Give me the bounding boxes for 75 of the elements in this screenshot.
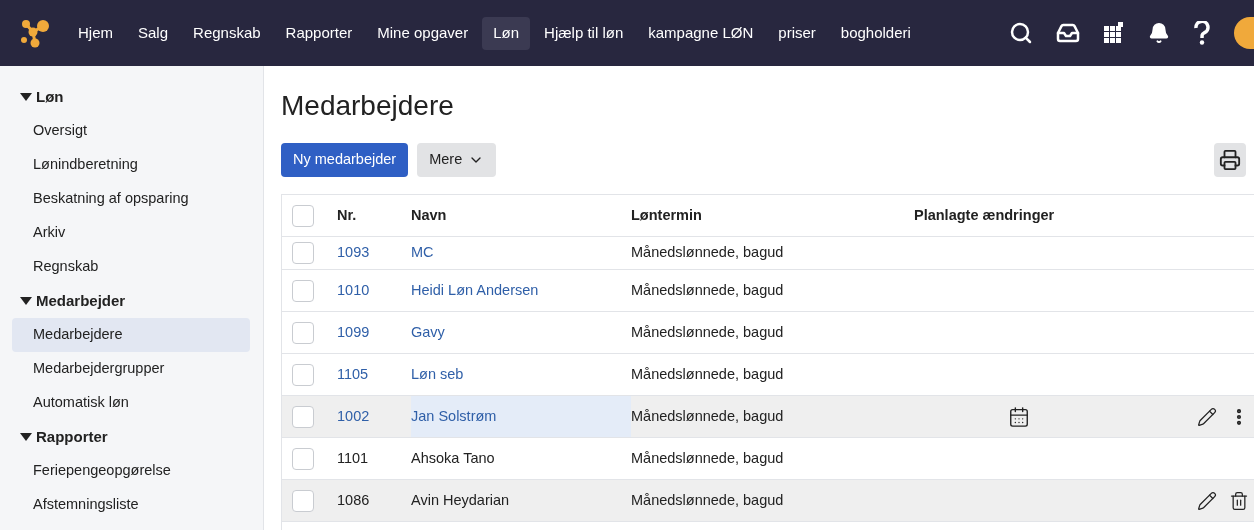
employee-number[interactable]: 1002: [337, 405, 370, 428]
nav-tab[interactable]: bogholderi: [829, 16, 922, 50]
nav-tab[interactable]: Løn: [482, 16, 531, 50]
sidebar-item[interactable]: Oversigt: [12, 114, 250, 148]
nav-tab[interactable]: priser: [767, 16, 827, 50]
help-icon[interactable]: [1193, 21, 1211, 45]
nav-tab[interactable]: Mine opgaver: [366, 16, 480, 50]
sidebar-item[interactable]: Medarbejdergrupper: [12, 352, 250, 386]
more-button[interactable]: Mere: [417, 143, 497, 177]
employee-number[interactable]: 1099: [337, 321, 370, 344]
employee-name[interactable]: Heidi Løn Andersen: [411, 279, 539, 302]
employee-number[interactable]: 1010: [337, 279, 370, 302]
search-icon[interactable]: [1009, 21, 1033, 45]
sidebar-item[interactable]: Regnskab: [12, 250, 250, 284]
sidebar-section[interactable]: Medarbejder: [12, 284, 250, 318]
print-button[interactable]: [1214, 143, 1246, 177]
sidebar-item[interactable]: Arkiv: [12, 216, 250, 250]
employee-number: 1101: [337, 448, 369, 468]
nav-tab[interactable]: kampagne LØN: [637, 16, 765, 50]
sidebar-item[interactable]: Medarbejdere: [12, 318, 250, 352]
checkbox[interactable]: [292, 405, 314, 428]
edit-icon[interactable]: [1197, 406, 1217, 427]
edit-icon[interactable]: [1197, 490, 1217, 511]
new-employee-button[interactable]: Ny medarbejder: [281, 143, 409, 177]
column-header[interactable]: Planlagte ændringer: [914, 204, 1214, 227]
employee-name: Avin Heydarian: [411, 490, 510, 510]
sidebar-section[interactable]: Rapporter: [12, 420, 250, 454]
pay-period: Månedslønnede, bagud: [631, 322, 784, 342]
employee-number[interactable]: 1105: [337, 363, 369, 386]
employee-name[interactable]: Gavy: [411, 321, 445, 344]
nav-tab[interactable]: Regnskab: [182, 16, 272, 50]
employee-number: 1086: [337, 490, 370, 510]
delete-icon[interactable]: [1229, 490, 1249, 511]
pay-period: Månedslønnede, bagud: [631, 243, 784, 263]
caret-icon: [20, 432, 32, 442]
page-title: Medarbejdere: [281, 89, 455, 123]
sidebar-item[interactable]: Feriepengeopgørelse: [12, 454, 250, 488]
column-header[interactable]: Nr.: [337, 204, 411, 227]
sidebar-item[interactable]: Afstemningsliste: [12, 488, 250, 522]
sidebar-section[interactable]: Løn: [12, 80, 250, 114]
employee-name[interactable]: MC: [411, 242, 434, 264]
sidebar-item[interactable]: Beskatning af opsparing: [12, 182, 250, 216]
calendar-icon[interactable]: [1008, 405, 1030, 428]
checkbox[interactable]: [292, 321, 314, 344]
caret-icon: [20, 296, 32, 306]
pay-period: Månedslønnede, bagud: [631, 448, 784, 468]
pay-period: Månedslønnede, bagud: [631, 490, 784, 510]
employee-name: Ahsoka Tano: [411, 448, 495, 468]
checkbox[interactable]: [292, 279, 314, 302]
column-header[interactable]: Løntermin: [631, 204, 914, 227]
checkbox[interactable]: [292, 363, 314, 386]
pay-period: Månedslønnede, bagud: [631, 406, 784, 426]
apps-grid-icon[interactable]: [1103, 22, 1125, 44]
inbox-icon[interactable]: [1056, 21, 1080, 45]
nav-tab[interactable]: Hjælp til løn: [533, 16, 635, 50]
table-row[interactable]: 1002 Jan Solstrøm Månedslønnede, bagud: [282, 396, 1254, 438]
checkbox[interactable]: [292, 489, 314, 512]
checkbox[interactable]: [292, 204, 314, 227]
table-row[interactable]: 1086 Avin Heydarian Månedslønnede, bagud: [282, 480, 1254, 522]
nav-tab[interactable]: Rapporter: [274, 16, 364, 50]
notification-icon[interactable]: [1148, 22, 1170, 44]
avatar-icon[interactable]: [1234, 17, 1254, 49]
pay-period: Månedslønnede, bagud: [631, 364, 784, 384]
employee-number[interactable]: 1093: [337, 242, 370, 264]
checkbox[interactable]: [292, 242, 314, 264]
logo-icon[interactable]: [20, 18, 50, 48]
pay-period: Månedslønnede, bagud: [631, 280, 784, 300]
column-header[interactable]: Navn: [411, 204, 631, 227]
employee-name[interactable]: Løn seb: [411, 363, 464, 386]
sidebar-item[interactable]: Automatisk løn: [12, 386, 250, 420]
nav-tab[interactable]: Hjem: [67, 16, 124, 50]
nav-tab[interactable]: Salg: [127, 16, 180, 50]
sidebar-item[interactable]: Lønindberetning: [12, 148, 250, 182]
checkbox[interactable]: [292, 447, 314, 470]
caret-icon: [20, 92, 32, 102]
